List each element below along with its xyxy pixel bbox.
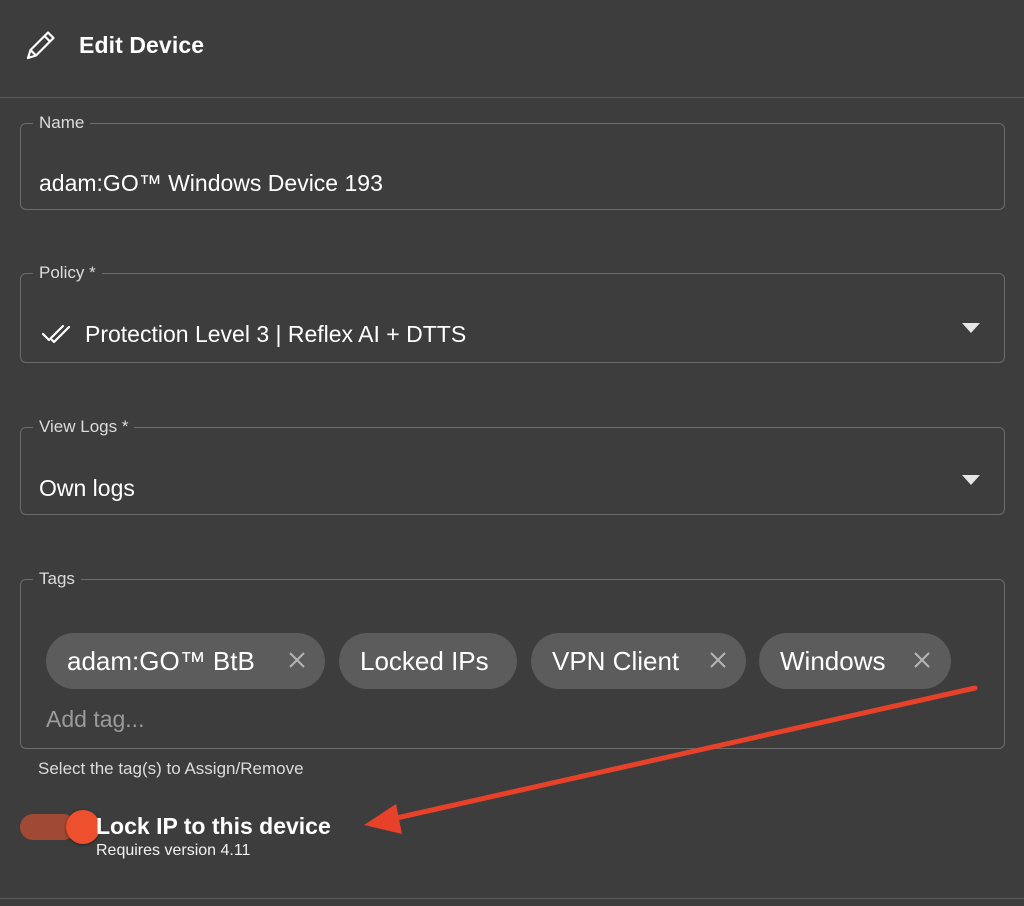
view-logs-value[interactable]: Own logs xyxy=(39,475,135,502)
lock-ip-sublabel: Requires version 4.11 xyxy=(96,842,251,859)
page-title: Edit Device xyxy=(79,32,205,58)
tag-chip-label: Locked IPs xyxy=(360,645,489,676)
policy-select[interactable]: Policy * Protection Level 3 | Reflex AI … xyxy=(20,263,1005,363)
tags-helper-text: Select the tag(s) to Assign/Remove xyxy=(38,759,304,778)
tag-chip[interactable]: Locked IPs xyxy=(339,633,517,689)
policy-value[interactable]: Protection Level 3 | Reflex AI + DTTS xyxy=(85,321,466,348)
lock-ip-label: Lock IP to this device xyxy=(96,813,331,839)
tag-chip-label: VPN Client xyxy=(552,645,680,676)
name-value[interactable]: adam:GO™ Windows Device 193 xyxy=(39,170,383,197)
view-logs-select[interactable]: View Logs * Own logs xyxy=(20,417,1005,515)
divider xyxy=(0,898,1024,899)
close-icon[interactable] xyxy=(284,647,310,673)
panel-header: Edit Device xyxy=(0,0,1024,98)
view-logs-label: View Logs * xyxy=(39,417,129,436)
lock-ip-toggle[interactable] xyxy=(20,810,100,844)
tag-chip[interactable]: adam:GO™ BtB xyxy=(46,633,325,689)
tag-chip[interactable]: Windows xyxy=(759,633,951,689)
tag-chip-label: adam:GO™ BtB xyxy=(67,645,255,676)
tags-field[interactable]: Tags adam:GO™ BtB Locked IPs VPN Client … xyxy=(20,569,1005,749)
tags-label: Tags xyxy=(39,569,75,588)
policy-label: Policy * xyxy=(39,263,96,282)
chevron-down-icon[interactable] xyxy=(962,323,980,333)
edit-device-panel: Edit Device Name adam:GO™ Windows Device… xyxy=(0,0,1024,906)
tag-chip-label: Windows xyxy=(780,645,886,676)
close-icon[interactable] xyxy=(705,647,731,673)
double-check-icon xyxy=(41,324,71,344)
toggle-thumb[interactable] xyxy=(66,810,100,844)
pencil-icon xyxy=(26,31,55,60)
tag-chip[interactable]: VPN Client xyxy=(531,633,746,689)
add-tag-input[interactable] xyxy=(46,706,446,733)
name-field[interactable]: Name adam:GO™ Windows Device 193 xyxy=(20,113,1005,210)
chevron-down-icon[interactable] xyxy=(962,475,980,485)
close-icon[interactable] xyxy=(909,647,935,673)
name-label: Name xyxy=(39,113,85,132)
